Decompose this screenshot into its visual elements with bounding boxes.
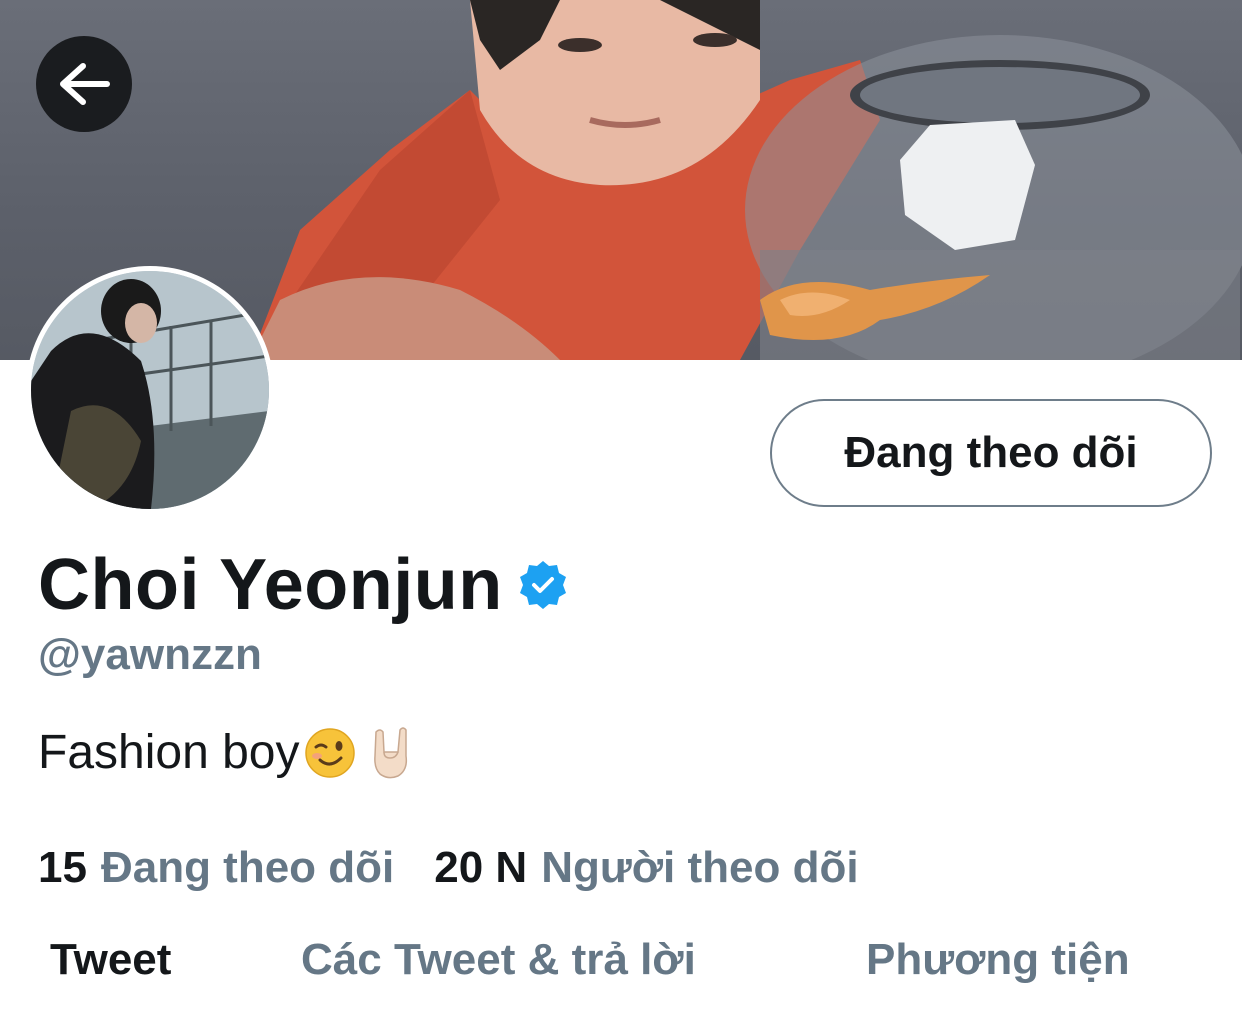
avatar[interactable] — [26, 266, 274, 514]
back-button[interactable] — [36, 36, 132, 132]
profile-bio: Fashion boy — [38, 725, 414, 780]
following-button[interactable]: Đang theo dõi — [770, 399, 1212, 507]
following-count: 15 — [38, 843, 87, 892]
profile-stats: 15 Đang theo dõi 20 N Người theo dõi — [38, 838, 859, 898]
tab-tweets-and-replies[interactable]: Các Tweet & trả lời — [301, 935, 696, 985]
profile-handle: @yawnzzn — [38, 630, 262, 679]
following-label: Đang theo dõi — [100, 843, 395, 892]
profile-name: Choi Yeonjun — [38, 545, 503, 625]
verified-badge-icon — [519, 561, 566, 609]
winking-face-emoji — [304, 727, 355, 778]
tab-media[interactable]: Phương tiện — [866, 935, 1130, 985]
sign-of-the-horns-emoji — [373, 726, 407, 778]
avatar-image — [31, 271, 269, 509]
arrow-left-icon — [60, 63, 110, 105]
tab-tweets[interactable]: Tweet — [50, 935, 171, 985]
followers-stat[interactable]: 20 N Người theo dõi — [434, 843, 858, 893]
following-stat[interactable]: 15 Đang theo dõi — [38, 843, 394, 893]
profile-name-row: Choi Yeonjun — [38, 545, 569, 625]
profile-tabs: Tweet Các Tweet & trả lời Phương tiện — [0, 935, 1242, 995]
bio-text: Fashion boy — [38, 726, 300, 779]
followers-count: 20 N — [434, 843, 528, 892]
followers-label: Người theo dõi — [541, 843, 859, 892]
